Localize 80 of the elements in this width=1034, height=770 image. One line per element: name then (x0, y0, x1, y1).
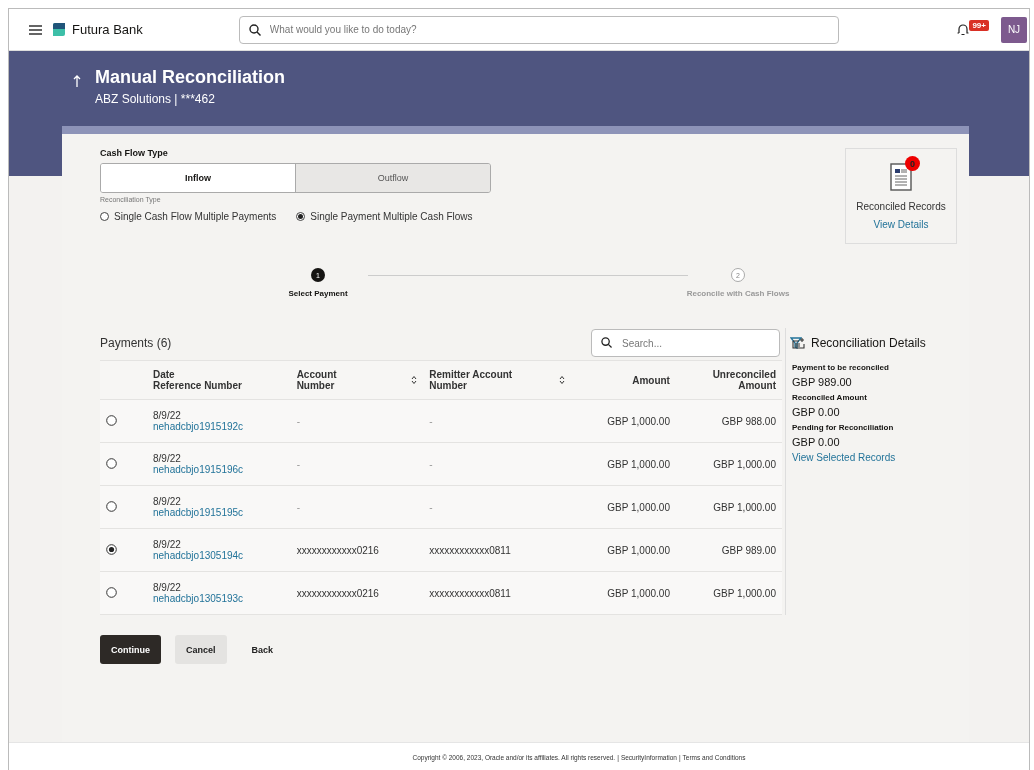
table-cell: GBP 989.00 (675, 528, 782, 572)
column-header: Amount (570, 360, 676, 400)
radio-icon[interactable] (106, 543, 117, 555)
search-field[interactable]: What would you like to do today? (238, 15, 839, 44)
search-icon (601, 337, 612, 348)
table-cell: GBP 1,000.00 (570, 399, 676, 443)
table-cell: 8/9/22 nehadcbjo1915195c (147, 485, 291, 529)
table-cell: GBP 1,000.00 (570, 442, 676, 486)
notification-badge: 99+ (969, 20, 989, 31)
table-cell: 8/9/22 nehadcbjo1305193c (147, 571, 291, 615)
table-cell: xxxxxxxxxxxx0811 (423, 528, 571, 572)
radio-icon[interactable] (100, 212, 109, 221)
table-cell: 8/9/22 nehadcbjo1305194c (147, 528, 291, 572)
table-cell: - (423, 485, 571, 529)
column-header[interactable]: Remitter Account Number (423, 360, 571, 400)
reference-link[interactable]: nehadcbjo1915196c (153, 464, 285, 475)
table-cell: - (290, 485, 424, 529)
table-cell: GBP 1,000.00 (675, 571, 782, 615)
table-cell: GBP 1,000.00 (570, 485, 676, 529)
reference-link[interactable]: nehadcbjo1305194c (153, 550, 285, 561)
page-subtitle: ABZ Solutions | ***462 (95, 92, 216, 106)
bank-logo-icon (52, 23, 66, 36)
table-cell: xxxxxxxxxxxx0811 (423, 571, 571, 615)
table-cell: - (290, 399, 424, 443)
detail-label: Reconciled Amount (792, 393, 868, 402)
detail-label: Pending for Reconciliation (792, 423, 895, 432)
document-icon (890, 163, 912, 191)
toggle-option[interactable]: Inflow (101, 164, 295, 192)
field-label: Cash Flow Type (100, 148, 169, 158)
brand-name: Futura Bank (72, 22, 143, 37)
action-button[interactable]: Back (240, 635, 285, 664)
action-button[interactable]: Cancel (175, 635, 227, 664)
search-icon (248, 23, 261, 36)
page-title: Manual Reconciliation (95, 67, 286, 88)
table-cell: 8/9/22 nehadcbjo1915192c (147, 399, 291, 443)
table-cell: GBP 1,000.00 (570, 528, 676, 572)
panel-title: Reconciliation Details (811, 336, 926, 350)
table-cell: - (423, 399, 571, 443)
up-arrow-icon[interactable] (73, 75, 81, 87)
column-header[interactable]: Account Number (290, 360, 424, 400)
table-cell: GBP 1,000.00 (570, 571, 676, 615)
reference-link[interactable]: nehadcbjo1305193c (153, 593, 285, 604)
radio-icon[interactable] (106, 586, 117, 598)
reference-link[interactable]: nehadcbjo1915192c (153, 421, 285, 432)
reference-link[interactable]: nehadcbjo1915195c (153, 507, 285, 518)
step-label: Reconcile with Cash Flows (686, 289, 790, 298)
card-title: Reconciled Records (856, 201, 946, 212)
action-button[interactable]: Continue (100, 635, 161, 664)
table-title: Payments (6) (100, 336, 172, 350)
column-header: Unreconciled Amount (675, 360, 782, 400)
table-cell: GBP 988.00 (675, 399, 782, 443)
view-details-link[interactable]: View Details (873, 219, 929, 230)
detail-value: GBP 0.00 (792, 406, 841, 418)
filter-icon[interactable] (790, 337, 802, 349)
table-cell: - (290, 442, 424, 486)
user-avatar[interactable]: NJ (1001, 16, 1027, 43)
detail-label: Payment to be reconciled (792, 363, 890, 372)
step-label: Select Payment (288, 289, 348, 298)
table-cell: xxxxxxxxxxxx0216 (290, 571, 424, 615)
toggle-option[interactable]: Outflow (295, 164, 490, 192)
radio-icon[interactable] (106, 457, 117, 469)
table-cell: GBP 1,000.00 (675, 485, 782, 529)
count-badge: 0 (905, 156, 920, 171)
table-cell: - (423, 442, 571, 486)
radio-icon[interactable] (106, 414, 117, 426)
sort-icon[interactable] (558, 375, 565, 385)
view-selected-records-link[interactable]: View Selected Records (792, 452, 957, 463)
bell-icon[interactable] (957, 23, 970, 36)
table-cell: xxxxxxxxxxxx0216 (290, 528, 424, 572)
radio-icon[interactable] (296, 212, 306, 221)
radio-icon[interactable] (106, 500, 117, 512)
detail-value: GBP 0.00 (792, 436, 841, 448)
sort-icon[interactable] (411, 375, 418, 385)
menu-icon[interactable] (29, 24, 42, 35)
search-field[interactable]: Search... (591, 329, 780, 357)
add-list-icon (792, 337, 805, 349)
table-cell: GBP 1,000.00 (675, 442, 782, 486)
table-cell: 8/9/22 nehadcbjo1915196c (147, 442, 291, 486)
column-header: Date Reference Number (147, 360, 291, 400)
detail-value: GBP 989.00 (792, 376, 853, 388)
